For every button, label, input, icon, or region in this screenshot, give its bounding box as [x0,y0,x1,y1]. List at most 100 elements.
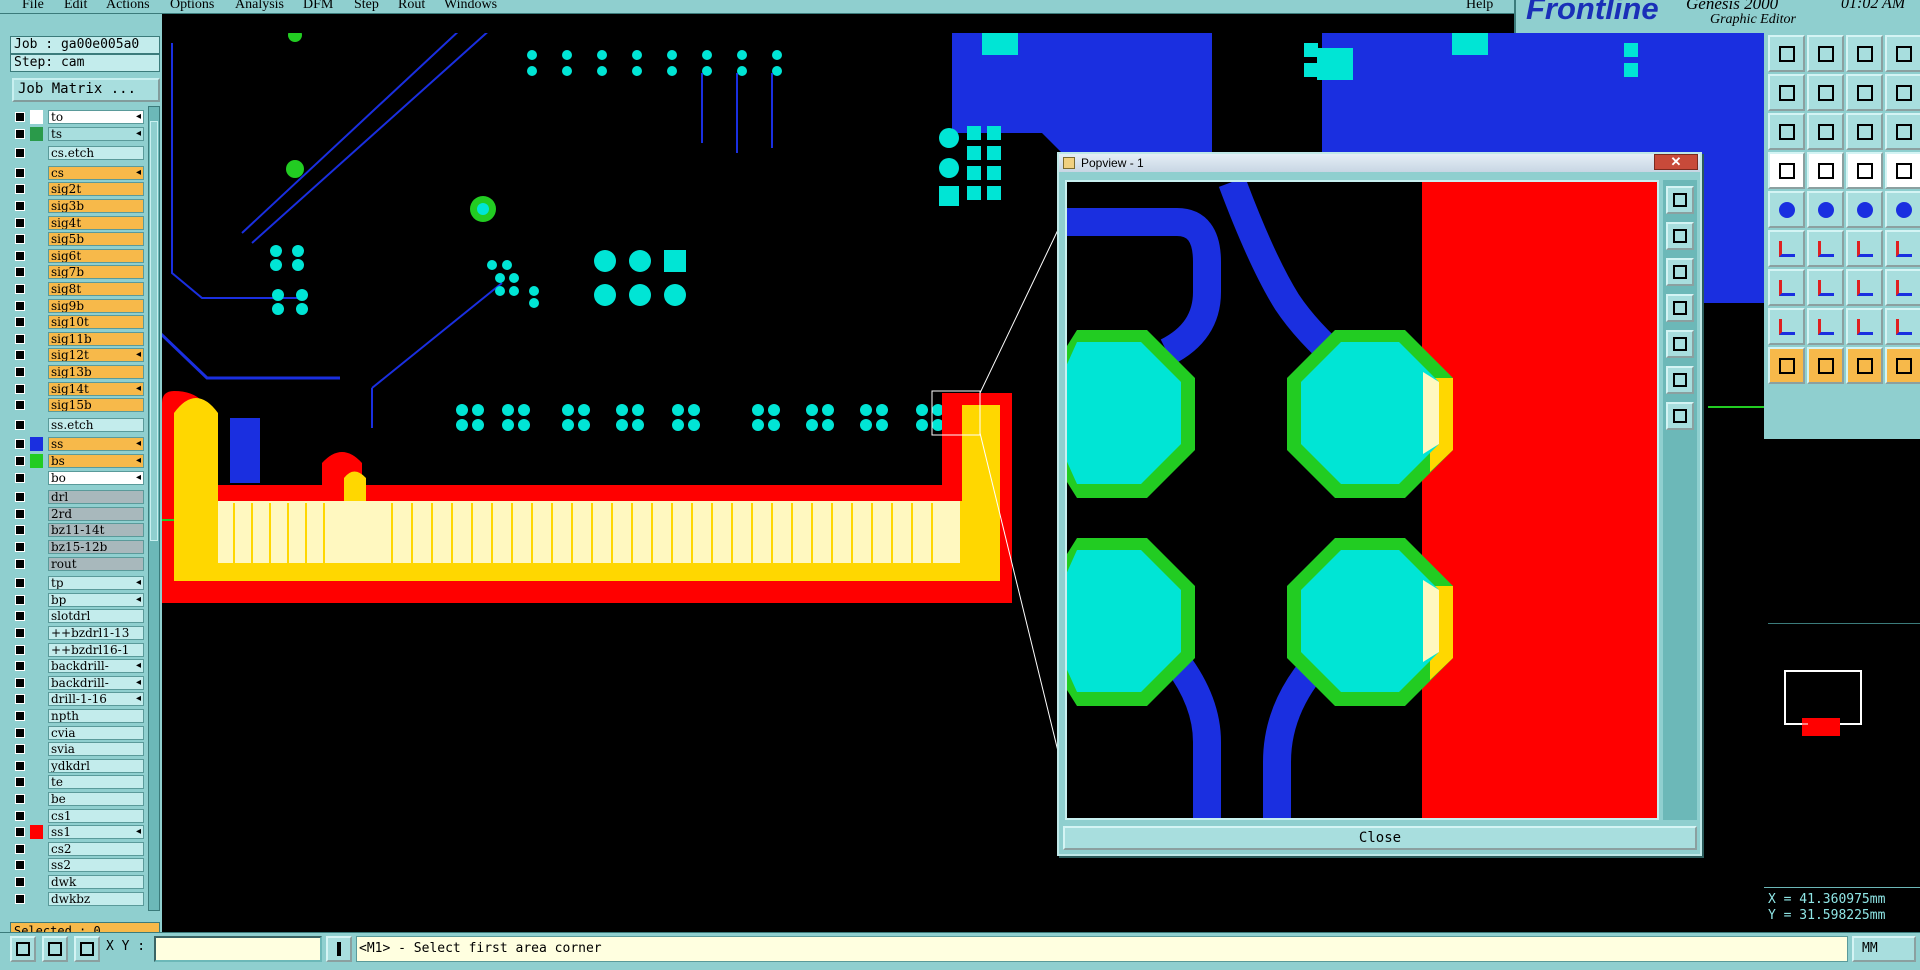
layer-row[interactable]: sig3b [12,199,146,213]
layer-name[interactable]: ss2 [48,858,144,873]
pad-tool-button[interactable] [1768,152,1805,189]
save-tool-button[interactable] [1807,35,1844,72]
layer-checkbox[interactable] [15,492,25,503]
layer-name[interactable]: dwk [48,875,144,889]
layer-row[interactable]: bo ◂ [12,470,146,485]
layer-row[interactable]: rout [12,556,146,571]
xy-coordinate-input[interactable] [154,936,322,962]
layer-name[interactable]: sig3b [48,199,144,213]
layer-row[interactable]: bp ◂ [12,592,146,607]
layer-checkbox[interactable] [15,677,25,688]
layer-name[interactable]: ss1 ◂ [48,825,144,840]
layer-row[interactable]: sig13b [12,365,146,379]
popview-zoom-view[interactable] [1065,180,1659,820]
layer-name[interactable]: bz11-14t [48,523,144,538]
pv-center-button[interactable] [1666,366,1694,394]
layer-name[interactable]: drill-1-16 ◂ [48,692,144,707]
layer-row[interactable]: sig2t [12,182,146,197]
connect-tool-button[interactable] [1807,113,1844,150]
layer-row[interactable]: sig6t [12,248,146,263]
layer-row[interactable]: ss.etch [12,417,146,432]
layer-row[interactable]: cs2 [12,841,146,856]
open-tool-button[interactable] [1768,35,1805,72]
triangle-tool-button[interactable] [1768,308,1805,345]
board-overview[interactable] [1768,623,1920,743]
layer-row[interactable]: cvia [12,725,146,740]
menu-step[interactable]: Step [354,0,379,13]
layer-name[interactable]: ss ◂ [48,437,144,452]
pv-pan-left-button[interactable] [1666,294,1694,322]
layer-checkbox[interactable] [15,827,25,838]
select-net-tool-button[interactable] [1846,347,1883,384]
layer-checkbox[interactable] [15,877,25,887]
select-area-tool-button[interactable] [1807,347,1844,384]
angle-tool-button[interactable] [1807,308,1844,345]
layer-checkbox[interactable] [15,594,25,605]
layer-row[interactable]: sig15b [12,398,146,413]
layer-checkbox[interactable] [15,267,25,278]
layer-checkbox[interactable] [15,558,25,569]
layer-checkbox[interactable] [15,128,25,139]
layer-checkbox[interactable] [15,284,25,294]
layer-row[interactable]: sig12t ◂ [12,348,146,363]
layer-checkbox[interactable] [15,777,25,788]
menu-windows[interactable]: Windows [444,0,497,13]
layer-checkbox[interactable] [15,760,25,771]
layer-checkbox[interactable] [15,727,25,738]
pv-zoom-out-button[interactable] [1666,258,1694,286]
layer-row[interactable]: backdrill- ◂ [12,675,146,690]
layer-checkbox[interactable] [15,456,25,466]
layer-checkbox[interactable] [15,661,25,672]
layer-checkbox[interactable] [15,794,25,804]
layer-color-swatch[interactable] [30,110,43,124]
flip-tool-button[interactable] [1768,230,1805,267]
layer-name[interactable]: rout [48,556,144,571]
layer-checkbox[interactable] [15,184,25,195]
menu-dfm[interactable]: DFM [303,0,333,13]
layer-name[interactable]: npth [48,709,144,723]
popview-titlebar[interactable]: Popview - 1 ✕ [1059,154,1700,172]
layer-name[interactable]: sig7b [48,265,144,280]
area-tool-button[interactable] [1885,308,1920,345]
layer-checkbox[interactable] [15,350,25,361]
menu-options[interactable]: Options [170,0,214,13]
layer-name[interactable]: backdrill- ◂ [48,659,144,674]
layer-name[interactable]: sig14t ◂ [48,381,144,396]
layer-row[interactable]: svia [12,742,146,757]
layer-checkbox[interactable] [15,217,25,228]
layer-row[interactable]: sig9b [12,298,146,313]
layer-row[interactable]: sig5b [12,232,146,247]
layer-checkbox[interactable] [15,525,25,536]
layer-checkbox[interactable] [15,860,25,871]
layer-name[interactable]: slotdrl [48,609,144,624]
grid-button[interactable] [74,936,100,962]
layer-name[interactable]: ydkdrl [48,758,144,773]
layer-checkbox[interactable] [15,300,25,311]
layer-name[interactable]: tp ◂ [48,576,144,591]
layer-name[interactable]: bz15-12b [48,540,144,554]
layer-row[interactable]: sig4t [12,215,146,230]
layer-name[interactable]: sig11b [48,331,144,346]
layer-row[interactable]: ss ◂ [12,437,146,452]
layer-checkbox[interactable] [15,628,25,638]
layer-name[interactable]: sig13b [48,365,144,379]
group-tool-button[interactable] [1885,347,1920,384]
layer-row[interactable]: cs.etch [12,146,146,161]
arc-tool-button[interactable] [1807,152,1844,189]
layer-name[interactable]: sig8t [48,282,144,296]
layer-checkbox[interactable] [15,644,25,655]
layer-row[interactable]: bs ◂ [12,454,146,468]
snap-mode-button[interactable] [10,936,36,962]
layer-row[interactable]: sig8t [12,282,146,296]
layer-row[interactable]: ts ◂ [12,126,146,141]
layer-checkbox[interactable] [15,234,25,245]
add-tool-button[interactable] [1885,152,1920,189]
menu-help[interactable]: Help [1466,0,1493,13]
drc-tool-button[interactable] [1885,113,1920,150]
measure-tool-button[interactable] [1846,152,1883,189]
zoom-in-tool-button[interactable] [1768,74,1805,111]
route-tool-button[interactable] [1846,113,1883,150]
home-tool-button[interactable] [1846,35,1883,72]
zoom-area-tool-button[interactable] [1885,74,1920,111]
layer-row[interactable]: backdrill- ◂ [12,659,146,674]
